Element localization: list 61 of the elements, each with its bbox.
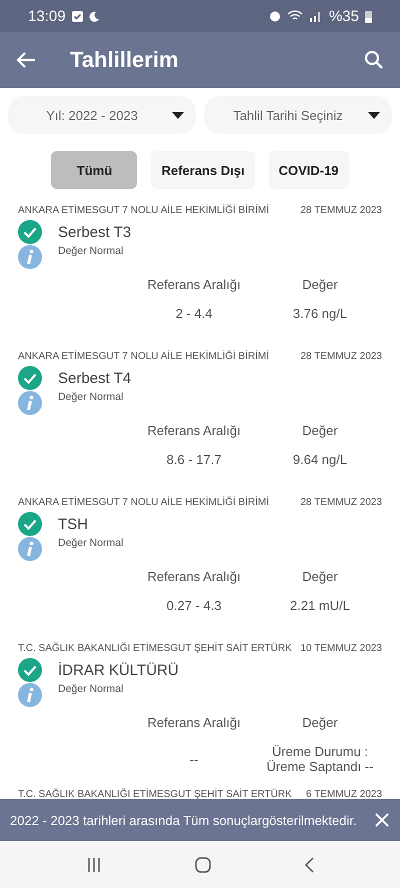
filter-chip[interactable]: Referans Dışı (151, 151, 255, 189)
filter-dropdown[interactable]: Tahlil Tarihi Seçiniz (204, 96, 392, 134)
checkbox-notification-icon (72, 10, 83, 22)
result-value: 9.64 ng/L (292, 452, 348, 467)
result-date: 28 TEMMUZ 2023 (300, 351, 382, 362)
column-label: Referans Aralığı (146, 715, 242, 730)
hospital-name: T.C. SAĞLIK BAKANLIĞI ETİMESGUT ŞEHİT SAİT ERTÜRK (18, 789, 292, 799)
home-icon[interactable] (194, 856, 211, 872)
check-icon (18, 512, 42, 536)
search-button[interactable] (364, 50, 384, 70)
back-nav-icon[interactable] (304, 856, 314, 872)
column-label: Değer (301, 715, 339, 730)
hospital-name: ANKARA ETİMESGUT 7 NOLU AİLE HEKİMLİĞİ BİRİMİ (18, 497, 269, 508)
check-icon (18, 658, 42, 682)
column-label: Referans Aralığı (146, 277, 242, 292)
filter-chip[interactable]: Tümü (51, 151, 138, 189)
result-date: 10 TEMMUZ 2023 (300, 643, 382, 654)
reference-range: -- (188, 752, 200, 766)
status-text: Değer Normal (58, 391, 124, 403)
signal-icon (308, 10, 323, 22)
filter-chip[interactable]: COVID-19 (268, 151, 349, 189)
test-name: İDRAR KÜLTÜRÜ (58, 662, 179, 678)
test-name: Serbest T4 (58, 370, 132, 386)
filter-dropdown[interactable]: Yıl: 2022 - 2023 (8, 96, 196, 134)
column-label: Referans Aralığı (146, 423, 242, 438)
wifi-icon (286, 10, 303, 22)
result-value: 3.76 ng/L (292, 306, 348, 321)
check-icon (18, 220, 42, 244)
snackbar-message: 2022 - 2023 tarihleri arasında Tüm sonuçlargösterilmektedir. (10, 812, 358, 828)
check-icon (18, 366, 42, 390)
reference-range: 0.27 - 4.3 (166, 598, 222, 613)
caret-icon (172, 112, 184, 119)
hospital-name: T.C. SAĞLIK BAKANLIĞI ETİMESGUT ŞEHİT SAİT ERTÜRK (18, 643, 292, 654)
result-date: 6 TEMMUZ 2023 (306, 789, 382, 799)
status-text: Değer Normal (58, 245, 124, 257)
hospital-name: ANKARA ETİMESGUT 7 NOLU AİLE HEKİMLİĞİ BİRİMİ (18, 351, 269, 362)
result-value: Üreme Durumu : Üreme Saptandı -- (266, 744, 374, 774)
caret-icon (368, 112, 380, 119)
reference-range: 2 - 4.4 (174, 306, 214, 321)
column-label: Değer (301, 423, 339, 438)
column-label: Değer (301, 569, 339, 584)
result-date: 28 TEMMUZ 2023 (300, 205, 382, 216)
recents-icon[interactable] (86, 856, 102, 872)
close-button[interactable] (374, 812, 390, 828)
column-label: Referans Aralığı (146, 569, 242, 584)
status-text: Değer Normal (58, 537, 124, 549)
hospital-name: ANKARA ETİMESGUT 7 NOLU AİLE HEKİMLİĞİ BİRİMİ (18, 205, 269, 216)
battery-icon (365, 10, 372, 22)
alarm-icon (268, 10, 281, 22)
status-time: 13:09 (28, 8, 66, 24)
reference-range: 8.6 - 17.7 (166, 452, 222, 467)
result-date: 28 TEMMUZ 2023 (300, 497, 382, 508)
screen-title: Tahlillerim (70, 47, 180, 73)
column-label: Değer (301, 277, 339, 292)
test-name: Serbest T3 (58, 224, 132, 240)
back-button[interactable] (16, 51, 36, 69)
status-text: Değer Normal (58, 683, 124, 695)
moon-icon (88, 10, 100, 22)
result-value: 2.21 mU/L (289, 598, 351, 613)
battery-percentage: %35 (328, 8, 359, 24)
test-name: TSH (58, 516, 88, 532)
